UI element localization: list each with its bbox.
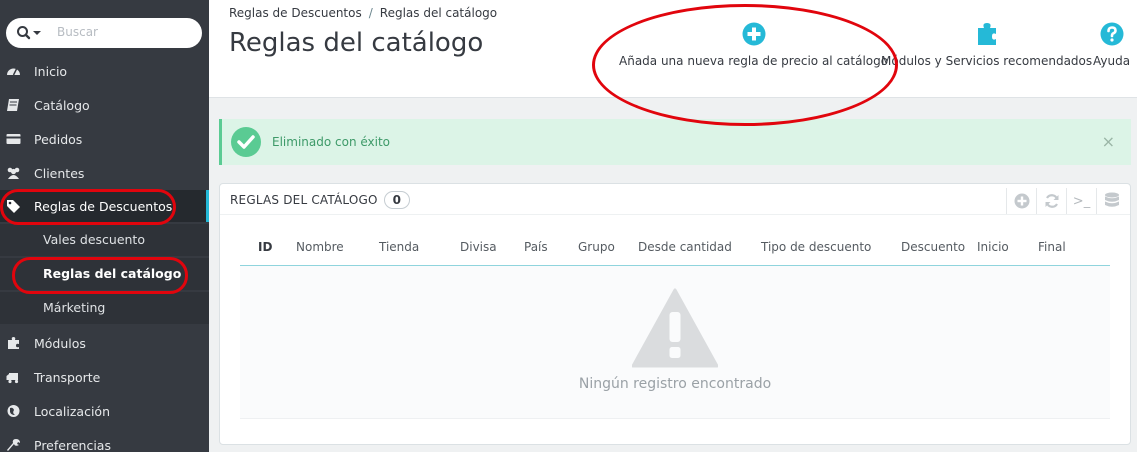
- sidebar-item-label: Inicio: [34, 63, 68, 79]
- column-header-divisa[interactable]: Divisa: [460, 240, 497, 254]
- column-header-grupo[interactable]: Grupo: [578, 240, 615, 254]
- column-header-final[interactable]: Final: [1038, 240, 1066, 254]
- sidebar: Buscar Inicio Catálogo Pedidos Clientes …: [0, 0, 209, 452]
- users-icon: [7, 167, 20, 179]
- recommended-modules-label: Módulos y Servicios recomendados: [881, 54, 1093, 68]
- dashboard-icon: [7, 68, 20, 76]
- empty-message: Ningún registro encontrado: [578, 376, 772, 392]
- column-header-tienda[interactable]: Tienda: [379, 240, 419, 254]
- sidebar-subitem-marketing[interactable]: Márketing: [0, 292, 209, 324]
- truck-icon: [6, 373, 19, 384]
- page-title: Reglas del catálogo: [229, 28, 484, 58]
- column-header-nombre[interactable]: Nombre: [296, 240, 344, 254]
- sidebar-item-label: Catálogo: [34, 97, 90, 113]
- sidebar-item-label: Preferencias: [34, 437, 111, 452]
- help-button[interactable]: Ayuda: [1093, 22, 1130, 68]
- sidebar-item-label: Localización: [34, 403, 111, 419]
- panel-toolbar: >_: [1006, 188, 1126, 214]
- breadcrumb: Reglas de Descuentos / Reglas del catálogo: [229, 6, 497, 20]
- sidebar-item-modulos[interactable]: Módulos: [0, 327, 209, 359]
- sidebar-item-label: Reglas de Descuentos: [34, 198, 173, 214]
- book-icon: [7, 99, 19, 111]
- database-icon: [1104, 192, 1119, 207]
- sidebar-item-pedidos[interactable]: Pedidos: [0, 123, 209, 155]
- sidebar-item-clientes[interactable]: Clientes: [0, 157, 209, 189]
- column-header-descuento[interactable]: Descuento: [901, 240, 965, 254]
- recommended-modules-button[interactable]: Módulos y Servicios recomendados: [881, 22, 1092, 68]
- search-icon[interactable]: [16, 24, 44, 42]
- alert-message: Eliminado con éxito: [272, 135, 391, 149]
- search-box[interactable]: Buscar: [6, 18, 202, 48]
- refresh-button[interactable]: [1036, 188, 1066, 214]
- sidebar-item-label: Pedidos: [34, 131, 83, 147]
- sidebar-item-inicio[interactable]: Inicio: [0, 55, 209, 87]
- sidebar-subitem-reglas-catalogo[interactable]: Reglas del catálogo: [0, 258, 209, 290]
- column-header-tipo-descuento[interactable]: Tipo de descuento: [761, 240, 871, 254]
- add-rule-label: Añada una nueva regla de precio al catál…: [619, 54, 889, 68]
- empty-state: Ningún registro encontrado: [240, 266, 1110, 419]
- help-label: Ayuda: [1093, 54, 1131, 68]
- column-header-id[interactable]: ID: [258, 240, 272, 254]
- breadcrumb-separator: /: [368, 6, 373, 20]
- add-new-button[interactable]: [1006, 188, 1036, 214]
- help-icon: [1100, 22, 1124, 46]
- export-database-button[interactable]: [1096, 188, 1126, 214]
- sidebar-item-label: Módulos: [34, 335, 86, 351]
- success-alert: Eliminado con éxito ×: [219, 119, 1131, 165]
- sidebar-item-transporte[interactable]: Transporte: [0, 361, 209, 393]
- add-circle-icon: [742, 22, 766, 46]
- column-header-pais[interactable]: País: [524, 240, 548, 254]
- table-header: ID Nombre Tienda Divisa País Grupo Desde…: [240, 240, 1110, 266]
- sidebar-item-reglas-descuentos[interactable]: Reglas de Descuentos: [0, 190, 209, 222]
- warning-icon: [632, 288, 718, 368]
- divider: [220, 214, 1130, 215]
- sidebar-subitem-label: Márketing: [43, 300, 106, 315]
- sidebar-item-localizacion[interactable]: Localización: [0, 395, 209, 427]
- sidebar-item-label: Transporte: [34, 369, 101, 385]
- refresh-icon: [1045, 194, 1058, 208]
- check-circle-icon: [231, 127, 261, 157]
- puzzle-icon: [977, 23, 996, 45]
- sidebar-subitem-label: Reglas del catálogo: [43, 266, 182, 281]
- sidebar-item-preferencias[interactable]: Preferencias: [0, 429, 209, 452]
- puzzle-icon: [8, 337, 19, 349]
- search-input[interactable]: Buscar: [57, 25, 98, 39]
- count-badge: 0: [383, 191, 411, 209]
- sidebar-subitem-label: Vales descuento: [43, 232, 145, 247]
- globe-icon: [7, 405, 20, 417]
- sql-query-button[interactable]: >_: [1066, 188, 1096, 214]
- terminal-icon: >_: [1072, 193, 1091, 209]
- column-header-desde-cantidad[interactable]: Desde cantidad: [638, 240, 732, 254]
- sidebar-item-catalogo[interactable]: Catálogo: [0, 89, 209, 121]
- sidebar-subitem-vales-descuento[interactable]: Vales descuento: [0, 224, 209, 256]
- page-header: Reglas de Descuentos / Reglas del catálogo…: [209, 0, 1137, 98]
- column-header-inicio[interactable]: Inicio: [977, 240, 1009, 254]
- breadcrumb-link[interactable]: Reglas de Descuentos: [229, 6, 362, 20]
- add-circle-icon: [1014, 193, 1029, 209]
- sidebar-item-label: Clientes: [34, 165, 85, 181]
- panel-title: REGLAS DEL CATÁLOGO 0: [230, 191, 411, 209]
- breadcrumb-current[interactable]: Reglas del catálogo: [380, 6, 497, 20]
- panel-title-text: REGLAS DEL CATÁLOGO: [230, 193, 378, 207]
- wrench-icon: [7, 439, 20, 451]
- credit-card-icon: [6, 134, 21, 144]
- add-rule-button[interactable]: Añada una nueva regla de precio al catál…: [619, 22, 888, 68]
- tag-icon: [7, 200, 20, 213]
- catalog-rules-panel: REGLAS DEL CATÁLOGO 0 >_ ID Nombre Tienda…: [219, 183, 1131, 445]
- close-icon[interactable]: ×: [1102, 132, 1115, 151]
